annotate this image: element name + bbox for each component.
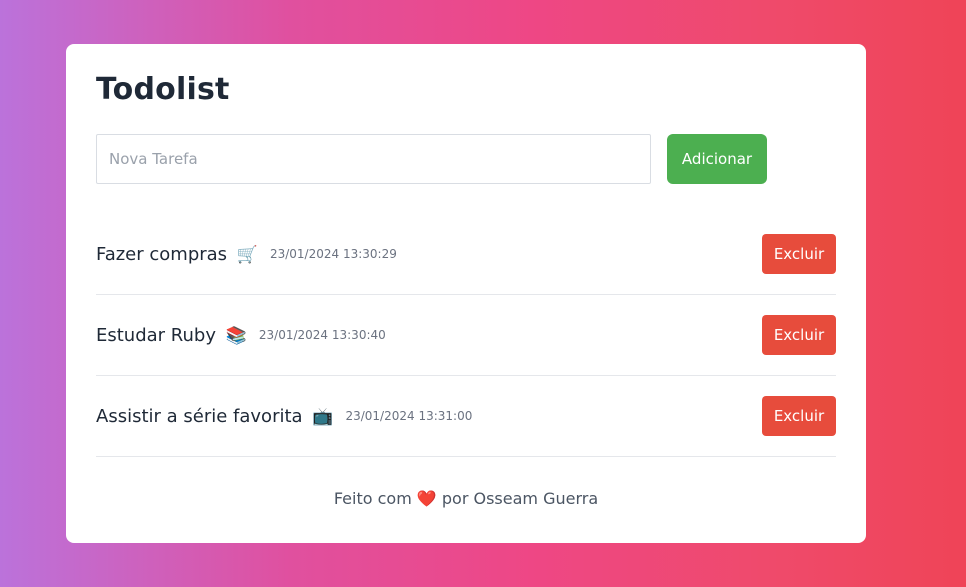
task-text: Assistir a série favorita 📺 xyxy=(96,405,334,427)
task-timestamp: 23/01/2024 13:31:00 xyxy=(345,409,473,423)
television-icon: 📺 xyxy=(312,406,334,427)
heart-icon: ❤️ xyxy=(416,489,437,508)
task-timestamp: 23/01/2024 13:30:29 xyxy=(269,247,397,261)
task-text: Estudar Ruby 📚 xyxy=(96,324,247,346)
task-list: Fazer compras 🛒 23/01/2024 13:30:29 Excl… xyxy=(96,214,836,457)
new-task-input[interactable] xyxy=(96,134,651,184)
page-title: Todolist xyxy=(96,72,230,107)
shopping-cart-icon: 🛒 xyxy=(236,244,258,265)
todo-card: Todolist Adicionar Fazer compras 🛒 23/01… xyxy=(66,44,866,543)
task-item: Estudar Ruby 📚 23/01/2024 13:30:40 Exclu… xyxy=(96,295,836,376)
delete-task-button[interactable]: Excluir xyxy=(762,315,836,355)
add-task-form: Adicionar xyxy=(96,134,836,184)
task-text: Fazer compras 🛒 xyxy=(96,243,258,265)
delete-task-button[interactable]: Excluir xyxy=(762,234,836,274)
footer-credit: Feito com ❤️ por Osseam Guerra xyxy=(333,489,599,508)
delete-task-button[interactable]: Excluir xyxy=(762,396,836,436)
books-icon: 📚 xyxy=(225,325,247,346)
task-timestamp: 23/01/2024 13:30:40 xyxy=(258,328,386,342)
task-item: Fazer compras 🛒 23/01/2024 13:30:29 Excl… xyxy=(96,214,836,295)
add-task-button[interactable]: Adicionar xyxy=(667,134,767,184)
task-item: Assistir a série favorita 📺 23/01/2024 1… xyxy=(96,376,836,457)
